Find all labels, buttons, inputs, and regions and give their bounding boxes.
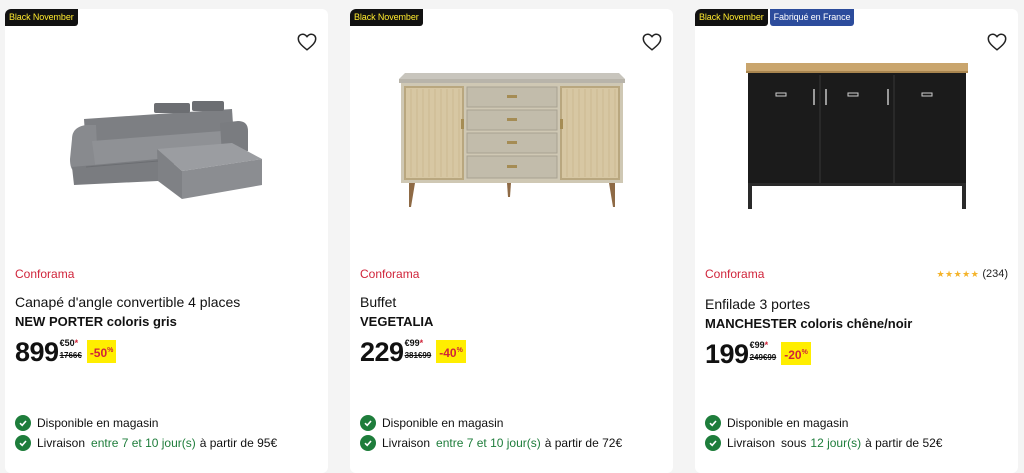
product-title[interactable]: Buffet: [360, 293, 663, 311]
discount-percent: %: [107, 347, 114, 354]
product-subtitle[interactable]: VEGETALIA: [360, 313, 663, 331]
star-rating-icon: ★★★★★: [936, 268, 980, 279]
brand-row: Conforama: [360, 267, 663, 281]
price-main: 229: [360, 337, 404, 367]
check-icon: [15, 435, 31, 451]
product-subtitle[interactable]: NEW PORTER coloris gris: [15, 313, 318, 331]
rating-count: (234): [982, 268, 1008, 280]
price-block: 899 €50* 1766€ -50%: [15, 337, 117, 367]
delivery-prefix: sous: [781, 436, 807, 450]
price-block: 229 €99* 381€99 -40%: [360, 337, 466, 367]
delivery-price: à partir de 95€: [199, 436, 278, 450]
check-icon: [705, 415, 721, 431]
brand-name: Conforama: [360, 267, 420, 281]
delivery-range: entre 7 et 10 jour(s): [91, 436, 196, 450]
brand-row: Conforama: [15, 267, 318, 281]
old-price: 381€99: [404, 351, 432, 360]
badges: Black November: [5, 9, 78, 26]
discount-badge: -20%: [781, 342, 811, 365]
wishlist-heart-icon[interactable]: [986, 31, 1008, 53]
price-cents-value: €99: [404, 338, 420, 348]
discount-badge: -40%: [436, 340, 466, 363]
price-side: €99* 249€99: [750, 340, 777, 364]
wishlist-heart-icon[interactable]: [296, 31, 318, 53]
availability-text: Disponible en magasin: [37, 416, 159, 430]
discount-percent: %: [456, 347, 463, 354]
delivery-label: Livraison: [727, 436, 776, 450]
price-side: €99* 381€99: [405, 338, 432, 362]
price-cents-value: €50: [59, 338, 75, 348]
black-november-badge: Black November: [5, 9, 78, 26]
availability-text: Disponible en magasin: [382, 416, 504, 430]
discount-value: -20: [784, 348, 802, 362]
badges: Black November Fabriqué en France: [695, 9, 855, 26]
product-card[interactable]: Black November Fabriqué en France Confor…: [695, 9, 1018, 473]
wishlist-heart-icon[interactable]: [641, 31, 663, 53]
delivery-price: à partir de 72€: [544, 436, 623, 450]
check-icon: [705, 435, 721, 451]
availability-row: Disponible en magasin: [360, 415, 503, 431]
delivery-row: Livraison entre 7 et 10 jour(s) à partir…: [360, 435, 622, 451]
brand-row: Conforama ★★★★★ (234): [705, 267, 1008, 281]
availability-row: Disponible en magasin: [705, 415, 848, 431]
price-asterisk: *: [419, 338, 424, 348]
price-main: 199: [705, 339, 749, 369]
check-icon: [360, 435, 376, 451]
check-icon: [360, 415, 376, 431]
rating[interactable]: ★★★★★ (234): [936, 268, 1008, 280]
product-subtitle[interactable]: MANCHESTER coloris chêne/noir: [705, 315, 1008, 333]
price-main: 899: [15, 337, 59, 367]
price-asterisk: *: [74, 338, 79, 348]
price-cents: €99*: [750, 340, 777, 351]
delivery-row: Livraison sous 12 jour(s) à partir de 52…: [705, 435, 942, 451]
discount-badge: -50%: [86, 340, 117, 363]
delivery-price: à partir de 52€: [865, 436, 943, 450]
made-in-france-badge: Fabriqué en France: [769, 9, 855, 26]
availability-row: Disponible en magasin: [15, 415, 158, 431]
product-title[interactable]: Enfilade 3 portes: [705, 295, 1008, 313]
brand-name: Conforama: [15, 267, 75, 281]
check-icon: [15, 415, 31, 431]
availability-text: Disponible en magasin: [727, 416, 849, 430]
sofa-image[interactable]: [62, 59, 272, 204]
discount-value: -50: [89, 346, 108, 360]
delivery-label: Livraison: [37, 436, 86, 450]
black-november-badge: Black November: [350, 9, 423, 26]
badges: Black November: [350, 9, 423, 26]
delivery-range: 12 jour(s): [810, 436, 862, 450]
price-cents: €99*: [405, 338, 432, 349]
discount-percent: %: [801, 349, 808, 356]
delivery-row: Livraison entre 7 et 10 jour(s) à partir…: [15, 435, 277, 451]
product-title[interactable]: Canapé d'angle convertible 4 places: [15, 293, 318, 311]
enfilade-image[interactable]: [742, 59, 972, 209]
product-grid: Black November Conforama Canapé d'angle …: [0, 0, 1024, 473]
price-cents: €50*: [60, 338, 82, 349]
price-side: €50* 1766€: [60, 338, 82, 362]
price-cents-value: €99: [749, 340, 765, 350]
price-asterisk: *: [764, 340, 769, 350]
product-card[interactable]: Black November Conforama Buffet VEGETALI…: [350, 9, 673, 473]
black-november-badge: Black November: [695, 9, 768, 26]
delivery-range: entre 7 et 10 jour(s): [436, 436, 541, 450]
delivery-label: Livraison: [382, 436, 431, 450]
product-card[interactable]: Black November Conforama Canapé d'angle …: [5, 9, 328, 473]
old-price: 249€99: [749, 353, 777, 362]
old-price: 1766€: [59, 351, 82, 360]
brand-name: Conforama: [705, 267, 765, 281]
sideboard-image[interactable]: [397, 59, 627, 209]
discount-value: -40: [439, 346, 457, 360]
price-block: 199 €99* 249€99 -20%: [705, 339, 811, 369]
